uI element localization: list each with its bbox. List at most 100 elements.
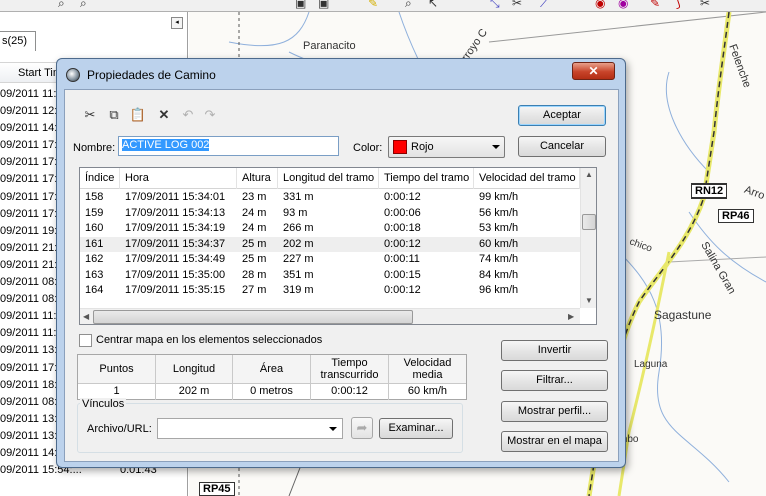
route-icon[interactable]: ⤡ <box>490 0 500 11</box>
table-cell: 96 km/h <box>479 284 519 296</box>
waypoint-icon[interactable]: ◉ <box>595 0 605 10</box>
center-map-checkbox[interactable] <box>79 334 92 347</box>
table-row[interactable]: 162 17/09/2011 15:34:49 25 m 227 m 0:00:11 74… <box>80 252 580 268</box>
vertical-scroll-thumb[interactable] <box>582 214 596 230</box>
scroll-up-icon[interactable]: ▲ <box>585 170 593 179</box>
table-cell: 99 km/h <box>479 191 519 203</box>
undo-icon[interactable]: ↶ <box>179 106 197 124</box>
track-start-time: 09/2011 18: <box>0 378 58 391</box>
table-cell: 17/09/2011 15:35:15 <box>125 284 226 296</box>
track-start-time: 09/2011 17: <box>0 156 58 169</box>
links-group-label: Vínculos <box>80 398 127 410</box>
table-cell: 56 km/h <box>479 206 519 219</box>
table-cell: 0:00:15 <box>384 268 421 281</box>
table-cell: 202 m <box>283 237 314 250</box>
track-start-time: 09/2011 13: <box>0 429 58 442</box>
map-label-paranacito: Paranacito <box>303 40 356 52</box>
table-row[interactable]: 159 17/09/2011 15:34:13 24 m 93 m 0:00:06 56 … <box>80 206 580 222</box>
scroll-right-icon[interactable]: ▶ <box>568 312 574 321</box>
grid-column-header[interactable]: Hora <box>120 168 237 189</box>
url-input[interactable] <box>157 418 343 439</box>
table-cell: 17/09/2011 15:34:01 <box>125 191 226 203</box>
delete-icon[interactable]: ✕ <box>155 106 173 124</box>
color-dropdown[interactable]: Rojo <box>388 136 505 158</box>
track-start-time: 09/2011 08: <box>0 276 58 289</box>
name-input[interactable]: ACTIVE LOG 002 <box>118 136 339 156</box>
track-start-time: 09/2011 17: <box>0 361 58 374</box>
filter-button[interactable]: Filtrar... <box>501 370 608 391</box>
collapse-panel-button[interactable]: ◂ <box>171 17 183 29</box>
erase-icon[interactable]: ⟆ <box>676 0 681 10</box>
name-label: Nombre: <box>73 142 116 154</box>
table-row[interactable]: 160 17/09/2011 15:34:19 24 m 266 m 0:00:18 53… <box>80 221 580 237</box>
scroll-down-icon[interactable]: ▼ <box>585 296 593 305</box>
track-start-time: 09/2011 17: <box>0 190 58 203</box>
grid-column-header[interactable]: Altura <box>237 168 278 189</box>
chevron-down-icon[interactable] <box>329 427 337 431</box>
table-cell: 84 km/h <box>479 268 519 281</box>
scroll-left-icon[interactable]: ◀ <box>83 312 89 321</box>
vertical-scrollbar[interactable]: ▲ ▼ <box>580 168 596 308</box>
invert-button[interactable]: Invertir <box>501 340 608 361</box>
new-icon[interactable]: ✎ <box>368 0 378 10</box>
map-label-laguna: Laguna <box>634 359 668 370</box>
show-profile-button[interactable]: Mostrar perfil... <box>501 401 608 422</box>
trackpoints-grid[interactable]: Índice Hora Altura Longitud del tramo Tiempo… <box>79 167 597 325</box>
table-cell: 60 km/h <box>479 237 519 250</box>
table-cell: 17/09/2011 15:34:37 <box>125 237 226 250</box>
track-start-time: 09/2011 13: <box>0 344 58 357</box>
horizontal-scroll-thumb[interactable] <box>93 310 413 324</box>
grid-column-header[interactable]: Índice <box>80 168 120 189</box>
print-icon[interactable]: ▣ <box>318 0 329 10</box>
track-start-time: 09/2011 12: <box>0 105 58 118</box>
color-dropdown-value: Rojo <box>411 141 434 153</box>
save-icon[interactable]: ▣ <box>295 0 306 10</box>
accept-button[interactable]: Aceptar <box>518 105 606 126</box>
table-cell: 0:00:12 <box>384 284 421 296</box>
track-start-time: 09/2011 21: <box>0 258 58 271</box>
tool-icon[interactable]: ✂ <box>512 0 522 10</box>
area-value: 0 metros <box>233 384 311 400</box>
table-row[interactable]: 161 17/09/2011 15:34:37 25 m 202 m 0:00:12 60… <box>80 236 580 252</box>
track-start-time: 09/2011 11: <box>0 327 57 340</box>
cut-track-icon[interactable]: ✂ <box>700 0 710 10</box>
table-row[interactable]: 163 17/09/2011 15:35:00 28 m 351 m 0:00:15 84… <box>80 268 580 284</box>
show-on-map-button[interactable]: Mostrar en el mapa <box>501 431 608 452</box>
table-cell: 17/09/2011 15:35:00 <box>125 268 226 281</box>
select-icon[interactable]: ↖ <box>428 0 438 10</box>
table-cell: 93 m <box>283 206 308 219</box>
track-start-time: 09/2011 17: <box>0 139 58 152</box>
route-shield-rn12: RN12 <box>691 183 728 199</box>
table-cell: 0:00:18 <box>384 222 421 234</box>
zoom-out-icon[interactable]: ⌕ <box>80 0 87 11</box>
track-icon[interactable]: ◉ <box>618 0 628 10</box>
tab-tracks[interactable]: s(25) <box>0 31 36 51</box>
center-map-label: Centrar mapa en los elementos selecciona… <box>96 334 323 346</box>
open-link-icon[interactable]: ➦ <box>351 417 373 439</box>
route-shield-rp45: RP45 <box>199 482 235 496</box>
table-row[interactable]: 164 17/09/2011 15:35:15 27 m 319 m 0:00:12 96… <box>80 283 580 299</box>
paste-icon[interactable]: 📋 <box>129 106 147 124</box>
measure-icon[interactable]: ⟋ <box>540 0 548 11</box>
grid-column-header[interactable]: Longitud del tramo <box>278 168 379 189</box>
globe-icon <box>66 68 80 82</box>
zoom-icon[interactable]: ⌕ <box>58 0 65 11</box>
table-cell: 351 m <box>283 268 314 281</box>
cancel-button[interactable]: Cancelar <box>518 136 606 157</box>
cut-icon[interactable]: ✂ <box>81 106 99 124</box>
copy-icon[interactable]: ⧉ <box>105 106 123 124</box>
table-row[interactable]: 158 17/09/2011 15:34:01 23 m 331 m 0:00:12 99… <box>80 190 580 206</box>
table-cell: 27 m <box>242 284 267 296</box>
grid-column-header[interactable]: Velocidad del tramo <box>474 168 580 189</box>
grid-column-header[interactable]: Tiempo del tramo <box>379 168 474 189</box>
table-cell: 0:00:06 <box>384 206 421 219</box>
table-cell: 161 <box>85 237 104 250</box>
redo-icon[interactable]: ↷ <box>201 106 219 124</box>
track-start-time: 09/2011 17: <box>0 207 58 220</box>
avg-speed-value: 60 km/h <box>407 385 448 397</box>
browse-button[interactable]: Examinar... <box>379 418 453 439</box>
horizontal-scrollbar[interactable]: ◀ ▶ <box>80 308 580 324</box>
edit-track-icon[interactable]: ✎ <box>650 0 660 10</box>
magnify-icon[interactable]: ⌕ <box>405 0 412 11</box>
close-button[interactable]: ✕ <box>572 62 615 80</box>
